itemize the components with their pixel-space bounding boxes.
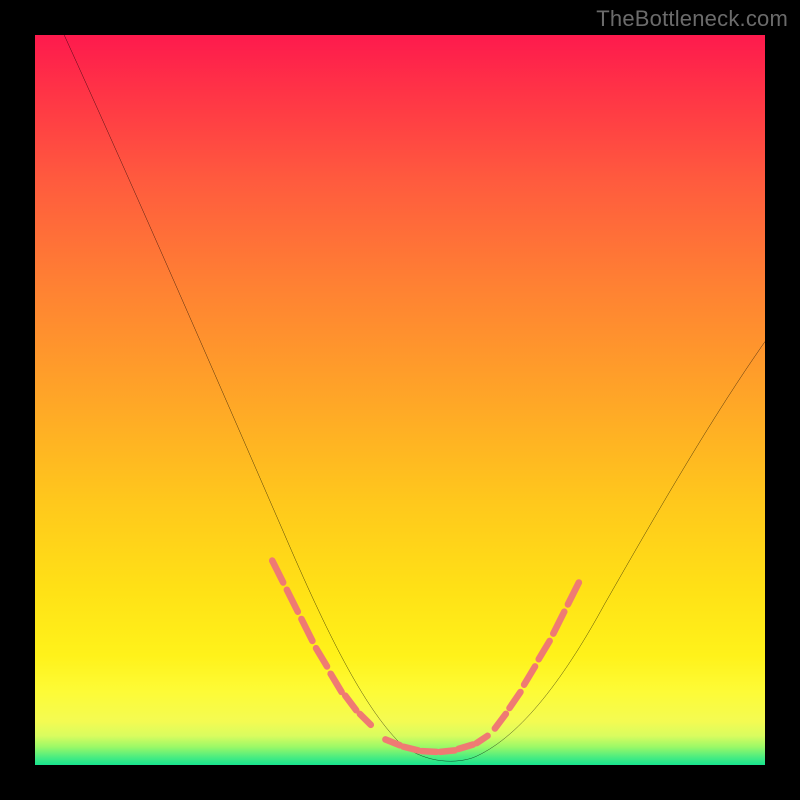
marker-dot xyxy=(360,714,371,725)
marker-dot xyxy=(568,583,579,605)
marker-dot xyxy=(495,714,506,729)
marker-dot xyxy=(477,736,488,743)
marker-dot xyxy=(272,561,283,583)
plot-area xyxy=(35,35,765,765)
marker-dot xyxy=(524,666,535,684)
bottleneck-curve-line xyxy=(64,35,765,761)
marker-dot xyxy=(422,751,437,752)
marker-dot xyxy=(553,612,564,634)
marker-dot xyxy=(287,590,298,612)
marker-dot xyxy=(440,750,455,751)
marker-dot xyxy=(301,619,312,641)
marker-dot xyxy=(316,648,327,666)
marker-dot xyxy=(539,641,550,659)
marker-dot xyxy=(510,692,521,708)
marker-dot xyxy=(345,696,356,711)
valley-marker-group xyxy=(272,561,579,752)
chart-frame: TheBottleneck.com xyxy=(0,0,800,800)
watermark-text: TheBottleneck.com xyxy=(596,6,788,32)
bottleneck-curve-svg xyxy=(35,35,765,765)
marker-dot xyxy=(385,739,400,745)
marker-dot xyxy=(458,745,473,749)
marker-dot xyxy=(404,747,419,751)
marker-dot xyxy=(331,674,342,692)
